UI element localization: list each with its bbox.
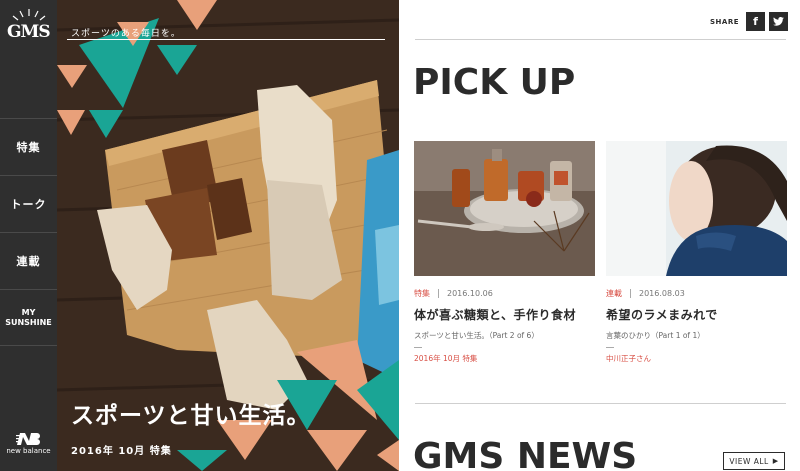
header-divider [415,39,786,40]
nav-item-label: 特集 [16,141,41,154]
sidebar: GMS 特集 トーク 連載 MY SUNSHINE new balance [0,0,57,471]
card-category[interactable]: 特集 [414,288,430,299]
nav-item-label: トーク [10,198,47,211]
new-balance-icon [15,433,40,445]
card-category[interactable]: 連載 [606,288,622,299]
card-date: 2016.08.03 [639,289,685,298]
view-all-button[interactable]: VIEW ALL ▶ [723,452,785,470]
facebook-share-button[interactable]: f [746,12,765,31]
hero-title[interactable]: スポーツと甘い生活。 [71,396,311,430]
pickup-card[interactable]: 連載 2016.08.03 希望のラメまみれで 言葉のひかり（Part 1 of… [606,141,787,364]
card-series[interactable]: 2016年 10月 特集 [414,353,595,364]
card-image [414,141,595,276]
card-subtitle: 言葉のひかり（Part 1 of 1） [606,331,705,340]
news-heading: GMS NEWS [413,436,638,471]
nav-item-feature[interactable]: 特集 [0,118,57,175]
nav-item-label-line1: MY [21,307,36,317]
main-nav: 特集 トーク 連載 MY SUNSHINE [0,118,57,346]
pickup-card[interactable]: 特集 2016.10.06 体が喜ぶ糖類と、手作り食材 スポーツと甘い生活。（P… [414,141,595,364]
share-label: SHARE [710,17,739,26]
new-balance-logo[interactable]: new balance [0,432,57,455]
card-title[interactable]: 希望のラメまみれで [606,306,787,323]
card-thumbnail[interactable] [414,141,595,276]
card-subtitle: スポーツと甘い生活。（Part 2 of 6） [414,331,539,340]
view-all-label: VIEW ALL [729,456,769,466]
gms-logo[interactable]: GMS [0,0,57,60]
hero-tagline: スポーツのある毎日を。 [71,29,181,39]
news-divider [415,403,786,404]
main-content: SHARE f PICK UP 特集 2016.10.06 体が喜ぶ糖類と、手作… [399,0,800,471]
twitter-share-button[interactable] [769,12,788,31]
card-author[interactable]: 中川正子さん [606,353,787,364]
hero-divider [67,39,385,40]
card-title[interactable]: 体が喜ぶ糖類と、手作り食材 [414,306,595,323]
card-dash [414,347,422,348]
meta-separator [630,289,631,298]
card-meta: 連載 2016.08.03 [606,288,787,299]
nav-item-label: 連載 [16,255,41,268]
nav-item-series[interactable]: 連載 [0,232,57,289]
hero-feature[interactable]: スポーツのある毎日を。 スポーツと甘い生活。 2016年 10月 特集 [57,0,399,471]
meta-separator [438,289,439,298]
share-bar: SHARE f [710,12,788,31]
facebook-icon: f [753,15,758,28]
nav-item-talk[interactable]: トーク [0,175,57,232]
nav-item-my-sunshine[interactable]: MY SUNSHINE [0,289,57,346]
nav-item-label-line2: SUNSHINE [5,317,52,327]
card-meta: 特集 2016.10.06 [414,288,595,299]
footer-logo-text: new balance [6,447,51,455]
pickup-heading: PICK UP [413,62,576,103]
logo-text: GMS [7,22,51,42]
card-date: 2016.10.06 [447,289,493,298]
card-thumbnail[interactable] [606,141,787,276]
card-dash [606,347,614,348]
hero-meta: 2016年 10月 特集 [71,446,172,457]
card-image [606,141,787,276]
play-arrow-icon: ▶ [772,457,779,465]
twitter-icon [773,17,784,26]
